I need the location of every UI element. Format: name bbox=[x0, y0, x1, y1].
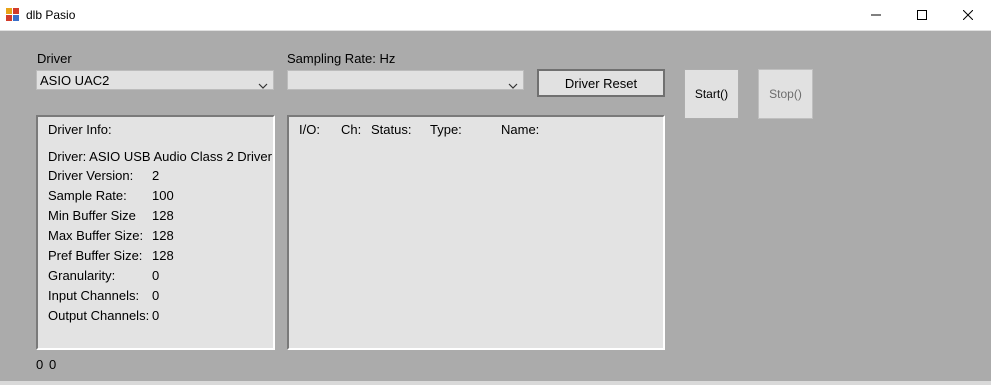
pref-buffer-label: Pref Buffer Size: bbox=[48, 248, 143, 263]
channels-header-name: Name: bbox=[501, 122, 540, 137]
driver-info-panel: Driver Info: Driver: ASIO USB Audio Clas… bbox=[36, 115, 275, 350]
sample-rate-label: Sample Rate: bbox=[48, 188, 127, 203]
driver-select[interactable]: ASIO UAC2 bbox=[36, 70, 274, 90]
channels-header-status: Status: bbox=[371, 122, 412, 137]
minimize-button[interactable] bbox=[853, 0, 899, 30]
stop-button[interactable]: Stop() bbox=[758, 69, 813, 119]
channels-header-ch: Ch: bbox=[341, 122, 362, 137]
max-buffer-label: Max Buffer Size: bbox=[48, 228, 144, 243]
granularity-value: 0 bbox=[152, 268, 160, 283]
channels-header-type: Type: bbox=[430, 122, 462, 137]
close-button[interactable] bbox=[945, 0, 991, 30]
max-buffer-value: 128 bbox=[152, 228, 174, 243]
chevron-down-icon bbox=[508, 77, 518, 92]
minimize-icon bbox=[871, 10, 881, 20]
channels-panel: I/O: Ch: Status: Type: Name: bbox=[287, 115, 665, 350]
status-value-left: 0 bbox=[36, 357, 44, 372]
min-buffer-label: Min Buffer Size bbox=[48, 208, 136, 223]
driver-version-value: 2 bbox=[152, 168, 160, 183]
min-buffer-value: 128 bbox=[152, 208, 174, 223]
driver-label: Driver bbox=[37, 51, 72, 66]
chevron-down-icon bbox=[258, 77, 268, 92]
driver-select-value: ASIO UAC2 bbox=[40, 73, 110, 88]
driver-version-label: Driver Version: bbox=[48, 168, 134, 183]
channels-header-io: I/O: bbox=[299, 122, 320, 137]
pref-buffer-value: 128 bbox=[152, 248, 174, 263]
window-title: dlb Pasio bbox=[26, 8, 76, 22]
maximize-icon bbox=[917, 10, 927, 20]
output-channels-label: Output Channels: bbox=[48, 308, 150, 323]
driver-reset-button[interactable]: Driver Reset bbox=[537, 69, 665, 97]
granularity-label: Granularity: bbox=[48, 268, 116, 283]
start-button[interactable]: Start() bbox=[684, 69, 739, 119]
title-bar: dlb Pasio bbox=[0, 0, 991, 31]
output-channels-value: 0 bbox=[152, 308, 160, 323]
status-value-right: 0 bbox=[49, 357, 57, 372]
driver-info-heading: Driver Info: bbox=[48, 122, 112, 137]
close-icon bbox=[963, 10, 973, 20]
sampling-rate-label: Sampling Rate: Hz bbox=[287, 51, 396, 66]
maximize-button[interactable] bbox=[899, 0, 945, 30]
sampling-rate-select[interactable] bbox=[287, 70, 524, 90]
input-channels-label: Input Channels: bbox=[48, 288, 140, 303]
window-bottom-edge bbox=[0, 381, 991, 385]
sample-rate-value: 100 bbox=[152, 188, 174, 203]
driver-name-text: Driver: ASIO USB Audio Class 2 Driver bbox=[48, 149, 272, 164]
input-channels-value: 0 bbox=[152, 288, 160, 303]
app-icon bbox=[6, 8, 19, 21]
